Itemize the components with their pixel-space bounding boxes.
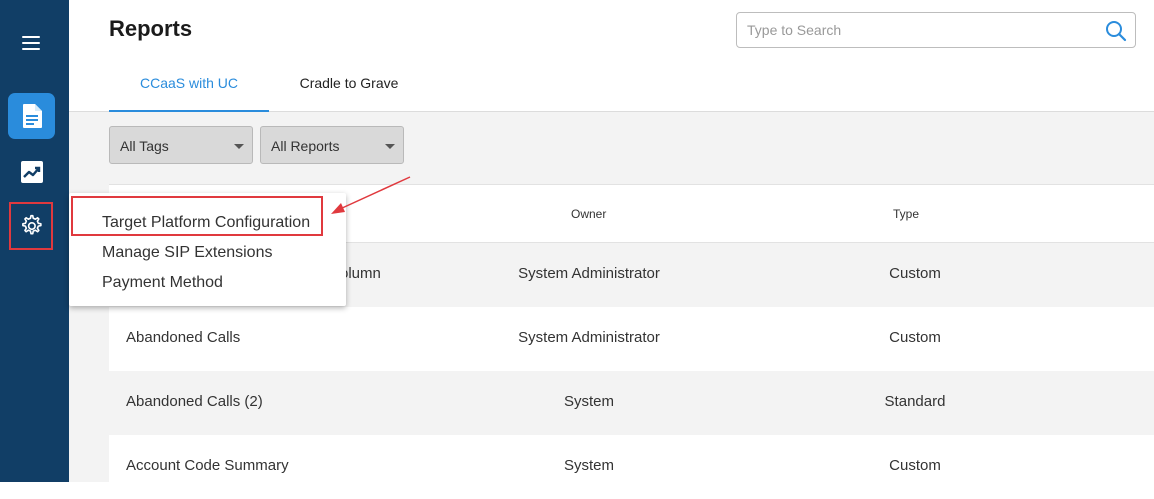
report-name[interactable]: olumn (340, 265, 381, 282)
gear-icon (22, 214, 42, 235)
report-owner-text: System Administrator (518, 329, 660, 346)
hamburger-icon[interactable] (18, 31, 46, 55)
table-row[interactable]: Account Code Summary System Custom (109, 435, 1154, 499)
reports-filter-select[interactable]: All Reports (260, 126, 404, 164)
report-owner-text: System Administrator (518, 265, 660, 282)
column-header-type[interactable]: Type (893, 207, 919, 221)
report-name[interactable]: Abandoned Calls (2) (126, 393, 263, 410)
report-type-text: Custom (889, 329, 941, 346)
report-type-text: Custom (889, 457, 941, 474)
page-header: Reports (69, 0, 1154, 57)
report-name[interactable]: Account Code Summary (126, 457, 289, 474)
menu-item-manage-sip-extensions[interactable]: Manage SIP Extensions (102, 244, 272, 262)
page-title: Reports (109, 16, 193, 41)
menu-item-payment-method[interactable]: Payment Method (102, 274, 223, 292)
report-type-text: Standard (884, 393, 946, 410)
caret-down-icon (234, 144, 244, 149)
tags-filter-value: All Tags (120, 138, 169, 154)
menu-item-target-platform-configuration[interactable]: Target Platform Configuration (102, 214, 310, 232)
report-owner-text: System (563, 393, 615, 410)
report-owner-text: System (563, 457, 615, 474)
nav-reports-button[interactable] (8, 93, 55, 139)
table-row[interactable]: Abandoned Calls (2) System Standard (109, 371, 1154, 435)
search-box[interactable] (736, 12, 1136, 48)
document-icon (22, 104, 42, 128)
search-input[interactable] (747, 13, 1087, 47)
sidebar (0, 0, 69, 482)
reports-filter-value: All Reports (271, 138, 340, 154)
trending-up-icon (20, 161, 43, 183)
tags-filter-select[interactable]: All Tags (109, 126, 253, 164)
report-name[interactable]: Abandoned Calls (126, 329, 240, 346)
caret-down-icon (385, 144, 395, 149)
tab-cradle-to-grave[interactable]: Cradle to Grave (269, 56, 429, 110)
report-tabs: CCaaS with UC Cradle to Grave (69, 56, 1154, 112)
report-type-text: Custom (889, 265, 941, 282)
search-icon[interactable] (1105, 20, 1127, 42)
settings-dropdown-menu: Target Platform Configuration Manage SIP… (69, 193, 346, 306)
nav-settings-button[interactable] (9, 202, 53, 250)
nav-analytics-button[interactable] (8, 150, 55, 194)
tab-ccaas-with-uc[interactable]: CCaaS with UC (109, 56, 269, 112)
column-header-owner[interactable]: Owner (571, 207, 606, 221)
table-row[interactable]: Abandoned Calls System Administrator Cus… (109, 307, 1154, 371)
